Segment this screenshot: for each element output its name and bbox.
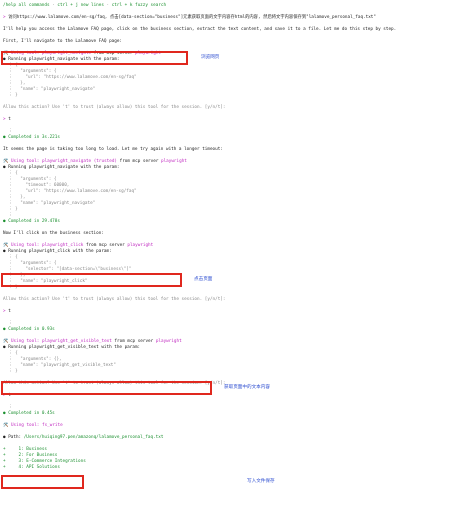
assistant-intro: I'll help you access the Lalamove FAQ pa… (3, 27, 397, 32)
highlight-navigate (1, 51, 188, 65)
wrench-icon: 🛠️ (3, 159, 11, 164)
highlight-get-text (1, 381, 212, 395)
terminal: /help all commands · ctrl + j new lines … (3, 3, 448, 471)
search-hint: ctrl + k fuzzy search (111, 3, 167, 8)
file-line: + 4: API Solutions (3, 465, 60, 470)
wrench-icon: 🛠️ (3, 339, 11, 344)
wrench-icon: 🛠️ (3, 423, 11, 428)
note-click: 点击页面 (194, 277, 213, 282)
highlight-fs-write (1, 475, 84, 489)
highlight-click (1, 273, 182, 287)
newline-hint: ctrl + j new lines (57, 3, 104, 8)
help-hint: /help all commands (3, 3, 50, 8)
wrench-icon: 🛠️ (3, 243, 11, 248)
note-navigate: 浏览网页 (201, 55, 220, 60)
note-fs-write: 写入文件保存 (247, 479, 275, 484)
note-get-text: 获取页面中的文本内容 (224, 385, 270, 390)
